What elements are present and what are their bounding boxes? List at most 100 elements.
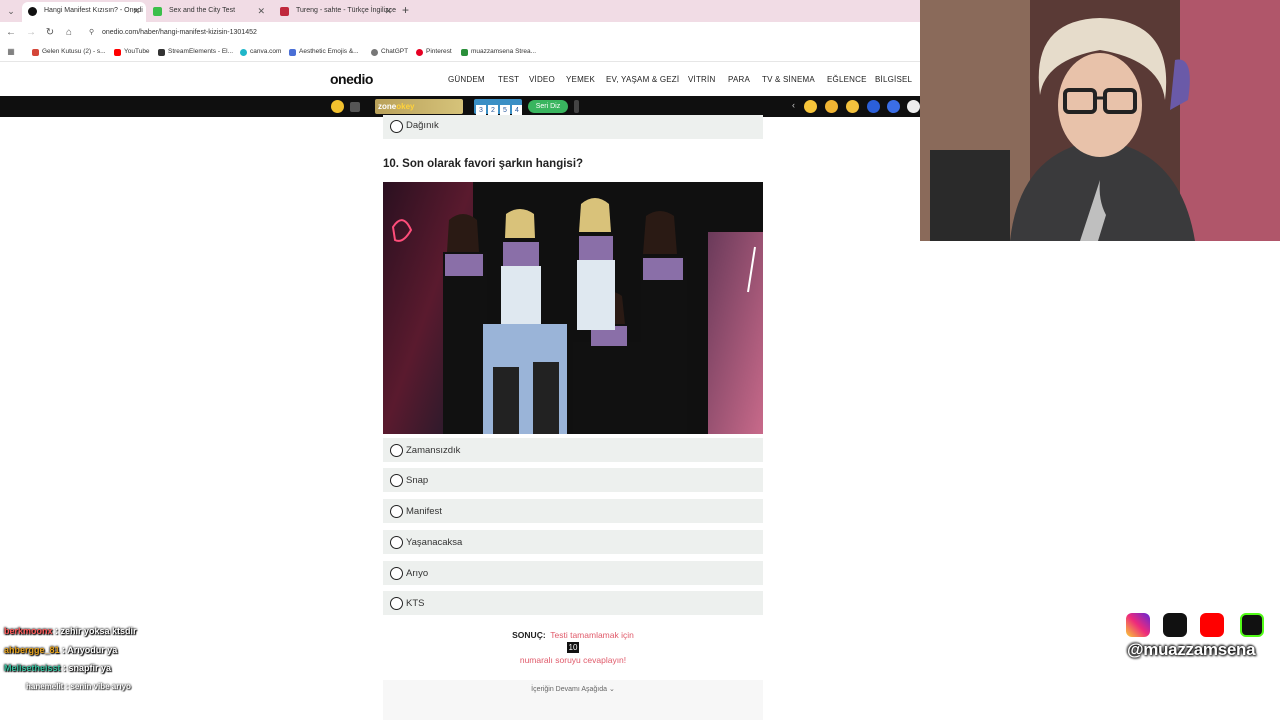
stream-chat-overlay: berkmoonx : zehir yoksa ktsdir ahbergge_… — [4, 624, 224, 698]
nav-tv-sinema[interactable]: TV & SİNEMA — [762, 75, 815, 84]
close-tab-icon[interactable]: ✕ — [132, 2, 140, 20]
bookmark-label: Pinterest — [426, 48, 452, 55]
bookmark-label: StreamElements - El... — [168, 48, 234, 55]
seri-diz-button[interactable]: Seri Diz — [528, 100, 568, 113]
radio-button[interactable] — [390, 444, 403, 457]
bookmark-label: Gelen Kutusu (2) - s... — [42, 48, 106, 55]
bookmark-pinterest[interactable]: Pinterest — [416, 48, 452, 56]
bookmark-kick[interactable]: muazzamsena Strea... — [461, 48, 537, 56]
plus-icon — [289, 49, 296, 56]
radio-button[interactable] — [390, 120, 403, 133]
tab-sex-and-the-city-test[interactable]: Sex and the City Test ✕ — [147, 2, 271, 22]
tab-tureng[interactable]: Tureng - sahte - Türkçe İngilizce ✕ — [274, 2, 398, 22]
nav-ev-yasam-gezi[interactable]: EV, YAŞAM & GEZİ — [606, 75, 679, 84]
zone-okey-banner[interactable]: zoneokey — [375, 99, 463, 114]
nav-video[interactable]: VİDEO — [529, 75, 555, 84]
chat-message: Melisetheisst : snapfir ya — [4, 663, 112, 673]
site-header: onedio GÜNDEM TEST VİDEO YEMEK EV, YAŞAM… — [0, 62, 920, 96]
zone-text: zone — [378, 102, 397, 111]
question-photo — [383, 182, 763, 434]
chat-text: zehir yoksa ktsdir — [60, 626, 137, 636]
tab-title: Tureng - sahte - Türkçe İngilizce — [296, 7, 396, 14]
result-message-2: numaralı soruyu cevaplayın! — [519, 655, 627, 665]
onedio-favicon-icon — [28, 7, 37, 16]
laugh-emoji-icon[interactable] — [846, 100, 859, 113]
nav-bilgisel[interactable]: BİLGİSEL — [875, 75, 912, 84]
new-tab-plus-icon[interactable]: + — [402, 3, 409, 17]
gmail-icon — [32, 49, 39, 56]
instagram-icon — [1126, 613, 1150, 637]
nav-para[interactable]: PARA — [728, 75, 750, 84]
chatgpt-icon — [371, 49, 378, 56]
sad-emoji-icon[interactable] — [825, 100, 838, 113]
option-manifest[interactable]: Manifest — [383, 499, 763, 523]
nav-eglence[interactable]: EĞLENCE — [827, 75, 867, 84]
tab-onedio[interactable]: Hangi Manifest Kızısın? - Onedi ✕ — [22, 2, 146, 22]
nav-vitrin[interactable]: VİTRİN — [688, 75, 715, 84]
more-label: İçeriğin Devamı Aşağıda — [531, 686, 608, 693]
kick-icon — [461, 49, 468, 56]
option-ariyo[interactable]: Arıyo — [383, 561, 763, 585]
radio-button[interactable] — [390, 567, 403, 580]
bookmark-label: Aesthetic Emojis &... — [299, 48, 359, 55]
tab-list-chevron-icon[interactable]: ⌄ — [4, 4, 18, 18]
streamelements-icon — [158, 49, 165, 56]
reaction-badge-icon[interactable] — [907, 100, 920, 113]
option-daginik[interactable]: Dağınık — [383, 115, 763, 139]
reaction-badge-icon[interactable] — [867, 100, 880, 113]
close-tab-icon[interactable]: ✕ — [257, 2, 265, 20]
reaction-badge-icon[interactable] — [887, 100, 900, 113]
option-label: Manifest — [406, 506, 442, 517]
bookmark-label: muazzamsena Strea... — [471, 48, 537, 55]
tureng-favicon-icon — [280, 7, 289, 16]
chat-message: berkmoonx : zehir yoksa ktsdir — [4, 626, 137, 636]
chat-message: hanemelit : senin vibe arıyo — [26, 681, 131, 691]
onedio-logo[interactable]: onedio — [330, 71, 373, 87]
streamer-webcam-illustration — [920, 0, 1280, 241]
address-bar-row: ← → ↻ ⌂ ⚲ onedio.com/haber/hangi-manifes… — [0, 22, 920, 44]
result-label: SONUÇ: — [512, 630, 546, 640]
close-tab-icon[interactable]: ✕ — [384, 2, 392, 20]
bookmark-streamelements[interactable]: StreamElements - El... — [158, 48, 234, 56]
bookmark-youtube[interactable]: YouTube — [114, 48, 150, 56]
emoji-grid-icon[interactable] — [331, 100, 344, 113]
radio-button[interactable] — [390, 536, 403, 549]
tiktok-icon — [1163, 613, 1187, 637]
option-label: Arıyo — [406, 568, 429, 579]
content-continues-below[interactable]: İçeriğin Devamı Aşağıda ⌄ — [383, 680, 763, 720]
radio-button[interactable] — [390, 505, 403, 518]
nav-yemek[interactable]: YEMEK — [566, 75, 595, 84]
image-icon[interactable] — [350, 102, 360, 112]
apps-grid-icon[interactable]: ▦ — [4, 45, 18, 59]
bookmark-canva[interactable]: canva.com — [240, 48, 281, 56]
streamer-handle: @muazzamsena — [1127, 640, 1256, 659]
option-kts[interactable]: KTS — [383, 591, 763, 615]
option-zamansizdik[interactable]: Zamansızdık — [383, 438, 763, 462]
forward-arrow-icon[interactable]: → — [24, 26, 38, 40]
home-icon[interactable]: ⌂ — [62, 26, 76, 40]
option-yasanacaksa[interactable]: Yaşanacaksa — [383, 530, 763, 554]
reload-icon[interactable]: ↻ — [43, 26, 57, 40]
chat-username: berkmoonx — [4, 626, 53, 636]
nav-test[interactable]: TEST — [498, 75, 519, 84]
back-arrow-icon[interactable]: ← — [4, 26, 18, 40]
radio-button[interactable] — [390, 597, 403, 610]
question-title: 10. Son olarak favori şarkın hangisi? — [383, 158, 584, 170]
nav-gundem[interactable]: GÜNDEM — [448, 75, 485, 84]
bookmark-label: ChatGPT — [381, 48, 409, 55]
bookmark-aesthetic-emojis[interactable]: Aesthetic Emojis &... — [289, 48, 359, 56]
bookmark-gmail[interactable]: Gelen Kutusu (2) - s... — [32, 48, 106, 56]
option-snap[interactable]: Snap — [383, 468, 763, 492]
okey-tiles: 3254 — [474, 99, 522, 117]
youtube-icon — [114, 49, 121, 56]
unanswered-question-number[interactable]: 10 — [566, 642, 580, 653]
chevron-left-icon[interactable]: ‹ — [792, 100, 795, 110]
radio-button[interactable] — [390, 474, 403, 487]
bookmark-chatgpt[interactable]: ChatGPT — [371, 48, 409, 56]
tab-title: Sex and the City Test — [169, 7, 236, 14]
url-field[interactable]: ⚲ onedio.com/haber/hangi-manifest-kizisi… — [84, 25, 920, 41]
option-label: Snap — [406, 475, 429, 486]
more-dots-icon[interactable] — [574, 100, 579, 113]
site-info-icon[interactable]: ⚲ — [89, 25, 94, 41]
heart-eyes-emoji-icon[interactable] — [804, 100, 817, 113]
